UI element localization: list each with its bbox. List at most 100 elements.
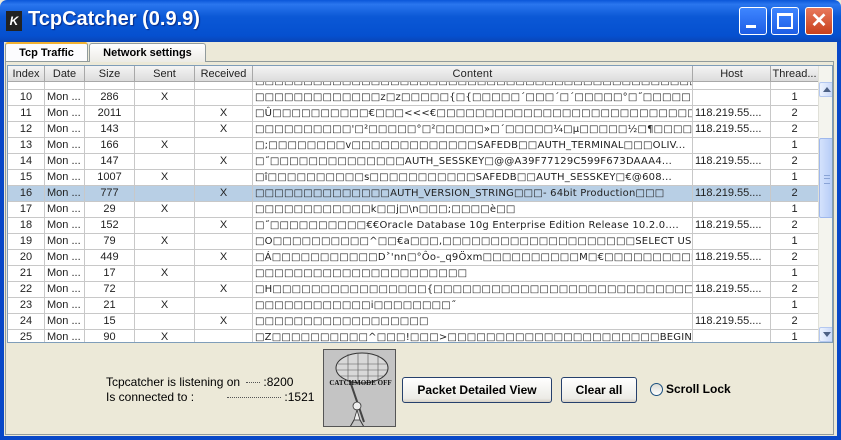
scroll-lock-label[interactable]: Scroll Lock xyxy=(666,382,731,396)
connected-label: Is connected to : xyxy=(106,390,195,404)
cell-date: Mon ... xyxy=(45,138,85,154)
cell-thread: 2 xyxy=(771,314,819,330)
title-bar[interactable]: K TcpCatcher (0.9.9) ✕ xyxy=(0,0,841,42)
cell-received xyxy=(195,170,253,186)
table-row[interactable]: 16 Mon ... 777 X □□□□□□□□□□□□□□AUTH_VERSION_… xyxy=(8,186,819,202)
cell-date: Mon ... xyxy=(45,218,85,234)
maximize-icon xyxy=(777,13,793,29)
cell-size: 72 xyxy=(85,282,135,298)
cell-received xyxy=(195,298,253,314)
cell-index: 16 xyxy=(8,186,45,202)
cell-date: Mon ... xyxy=(45,154,85,170)
table-row[interactable]: 24 Mon ... 15 X □□□□□□□□□□□□□□□□□□ 118.219.55… xyxy=(8,314,819,330)
catchmode-toggle-image[interactable]: CATCHMODE OFF xyxy=(323,349,396,427)
cell-content: □˝□□□□□□□□□□€€Oracle Database 10g Enterp… xyxy=(253,218,693,234)
maximize-button[interactable] xyxy=(771,7,799,35)
table-row[interactable]: 25 Mon ... 90 X □Z□□□□□□□□□□^□□□!□□□>□□□□□□□… xyxy=(8,330,819,342)
cell-sent xyxy=(135,250,195,266)
cell-index: 11 xyxy=(8,106,45,122)
cell-thread: 1 xyxy=(771,90,819,106)
cell-size: 21 xyxy=(85,298,135,314)
cell-sent xyxy=(135,314,195,330)
table-row[interactable]: 13 Mon ... 166 X □;□□□□□□□□v□□□□□□□□□□□□□SAF… xyxy=(8,138,819,154)
cell-host xyxy=(693,234,771,250)
column-header-content[interactable]: Content xyxy=(253,66,693,82)
table-row[interactable]: 21 Mon ... 17 X □□□□□□□□□□□□□□□□□□□□□□ 1 xyxy=(8,266,819,282)
cell-content: □Û□□□□□□□□□□€□□□<<<€□□□□□□□□□□□□□□□□□□□□… xyxy=(253,106,693,122)
column-header-index[interactable]: Index xyxy=(8,66,45,82)
table-row[interactable]: 11 Mon ... 2011 X □Û□□□□□□□□□□€□□□<<<€□□□□□□… xyxy=(8,106,819,122)
cell-received: X xyxy=(195,314,253,330)
cell-index: 12 xyxy=(8,122,45,138)
connection-status: Is connected to : :1521 xyxy=(106,390,314,404)
cell-host xyxy=(693,266,771,282)
tab-network-settings[interactable]: Network settings xyxy=(89,43,206,62)
minimize-button[interactable] xyxy=(739,7,767,35)
cell-content: □□□□□□□□□□□□□□AUTH_VERSION_STRING□□□- 64… xyxy=(253,186,693,202)
column-header-host[interactable]: Host xyxy=(693,66,771,82)
cell-thread: 1 xyxy=(771,170,819,186)
cell-date: Mon ... xyxy=(45,202,85,218)
tab-tcp-traffic[interactable]: Tcp Traffic xyxy=(5,42,88,61)
cell-content: □Á□□□□□□□□□□□D˃'nn□°Ôo-_q9Öxm□□□□□□□□□□M… xyxy=(253,250,693,266)
traffic-table-body: □□□□□□□□□□□□□□□□□□□□□□□□□□□□□□□□□□□□□□□□… xyxy=(8,74,819,342)
cell-host: 118.219.55.... xyxy=(693,314,771,330)
cell-date: Mon ... xyxy=(45,170,85,186)
cell-content: □□□□□□□□□□□□□z□z□□□□□{□{□□□□□´□□□´□´□□□□… xyxy=(253,90,693,106)
traffic-table[interactable]: □□□□□□□□□□□□□□□□□□□□□□□□□□□□□□□□□□□□□□□□… xyxy=(7,65,833,343)
column-header-sent[interactable]: Sent xyxy=(135,66,195,82)
table-row[interactable]: 18 Mon ... 152 X □˝□□□□□□□□□□€€Oracle Databa… xyxy=(8,218,819,234)
cell-date: Mon ... xyxy=(45,186,85,202)
connected-port: :1521 xyxy=(284,390,315,404)
cell-content: □□□□□□□□□□□□i□□□□□□□□˝ xyxy=(253,298,693,314)
cell-received: X xyxy=(195,122,253,138)
table-row[interactable]: 14 Mon ... 147 X □˝□□□□□□□□□□□□□□AUTH_SESSKE… xyxy=(8,154,819,170)
scroll-down-arrow-icon[interactable] xyxy=(819,327,832,342)
table-row[interactable]: 15 Mon ... 1007 X □î□□□□□□□□□□s□□□□□□□□□□□SA… xyxy=(8,170,819,186)
table-row[interactable]: 17 Mon ... 29 X □□□□□□□□□□□□k□□j□\n□□□;□□□□è… xyxy=(8,202,819,218)
cell-host: 118.219.55.... xyxy=(693,154,771,170)
clear-all-button[interactable]: Clear all xyxy=(561,377,637,403)
cell-sent xyxy=(135,186,195,202)
cell-thread: 1 xyxy=(771,234,819,250)
table-row[interactable]: 19 Mon ... 79 X □O□□□□□□□□□□^□□€a□□□,□□□□□□□… xyxy=(8,234,819,250)
cell-content: □î□□□□□□□□□□s□□□□□□□□□□□SAFEDB□□AUTH_SES… xyxy=(253,170,693,186)
catchmode-label: CATCHMODE OFF xyxy=(329,379,392,387)
cell-host xyxy=(693,170,771,186)
table-row[interactable]: 22 Mon ... 72 X □H□□□□□□□□□□□□□□□□{□□□□□□□□□… xyxy=(8,282,819,298)
cell-sent: X xyxy=(135,202,195,218)
cell-index: 22 xyxy=(8,282,45,298)
column-header-date[interactable]: Date xyxy=(45,66,85,82)
table-row[interactable]: 12 Mon ... 143 X □□□□□□□□□□'□²□□□□□°□²□□□□□»… xyxy=(8,122,819,138)
packet-detailed-view-button[interactable]: Packet Detailed View xyxy=(402,377,552,403)
cell-sent: X xyxy=(135,234,195,250)
cell-host: 118.219.55.... xyxy=(693,122,771,138)
close-button[interactable]: ✕ xyxy=(805,7,833,35)
cell-sent: X xyxy=(135,90,195,106)
cell-date: Mon ... xyxy=(45,314,85,330)
column-header-size[interactable]: Size xyxy=(85,66,135,82)
cell-thread: 2 xyxy=(771,282,819,298)
cell-thread: 1 xyxy=(771,138,819,154)
cell-host: 118.219.55.... xyxy=(693,282,771,298)
cell-index: 20 xyxy=(8,250,45,266)
column-header-thread[interactable]: Thread... xyxy=(771,66,819,82)
cell-size: 166 xyxy=(85,138,135,154)
scrollbar-thumb[interactable] xyxy=(819,138,832,218)
close-icon: ✕ xyxy=(810,10,828,32)
table-vertical-scrollbar[interactable] xyxy=(818,66,832,342)
cell-sent: X xyxy=(135,298,195,314)
cell-host: 118.219.55.... xyxy=(693,106,771,122)
table-row[interactable]: 23 Mon ... 21 X □□□□□□□□□□□□i□□□□□□□□˝ 1 xyxy=(8,298,819,314)
scroll-lock-radio[interactable] xyxy=(650,383,663,396)
cell-size: 449 xyxy=(85,250,135,266)
column-header-received[interactable]: Received xyxy=(195,66,253,82)
cell-size: 777 xyxy=(85,186,135,202)
cell-host xyxy=(693,138,771,154)
cell-received: X xyxy=(195,186,253,202)
table-row[interactable]: 20 Mon ... 449 X □Á□□□□□□□□□□□D˃'nn□°Ôo-_q9Ö… xyxy=(8,250,819,266)
table-row[interactable]: 10 Mon ... 286 X □□□□□□□□□□□□□z□z□□□□□{□{□□□… xyxy=(8,90,819,106)
cell-thread: 2 xyxy=(771,186,819,202)
cell-received: X xyxy=(195,218,253,234)
scroll-up-arrow-icon[interactable] xyxy=(819,82,832,97)
